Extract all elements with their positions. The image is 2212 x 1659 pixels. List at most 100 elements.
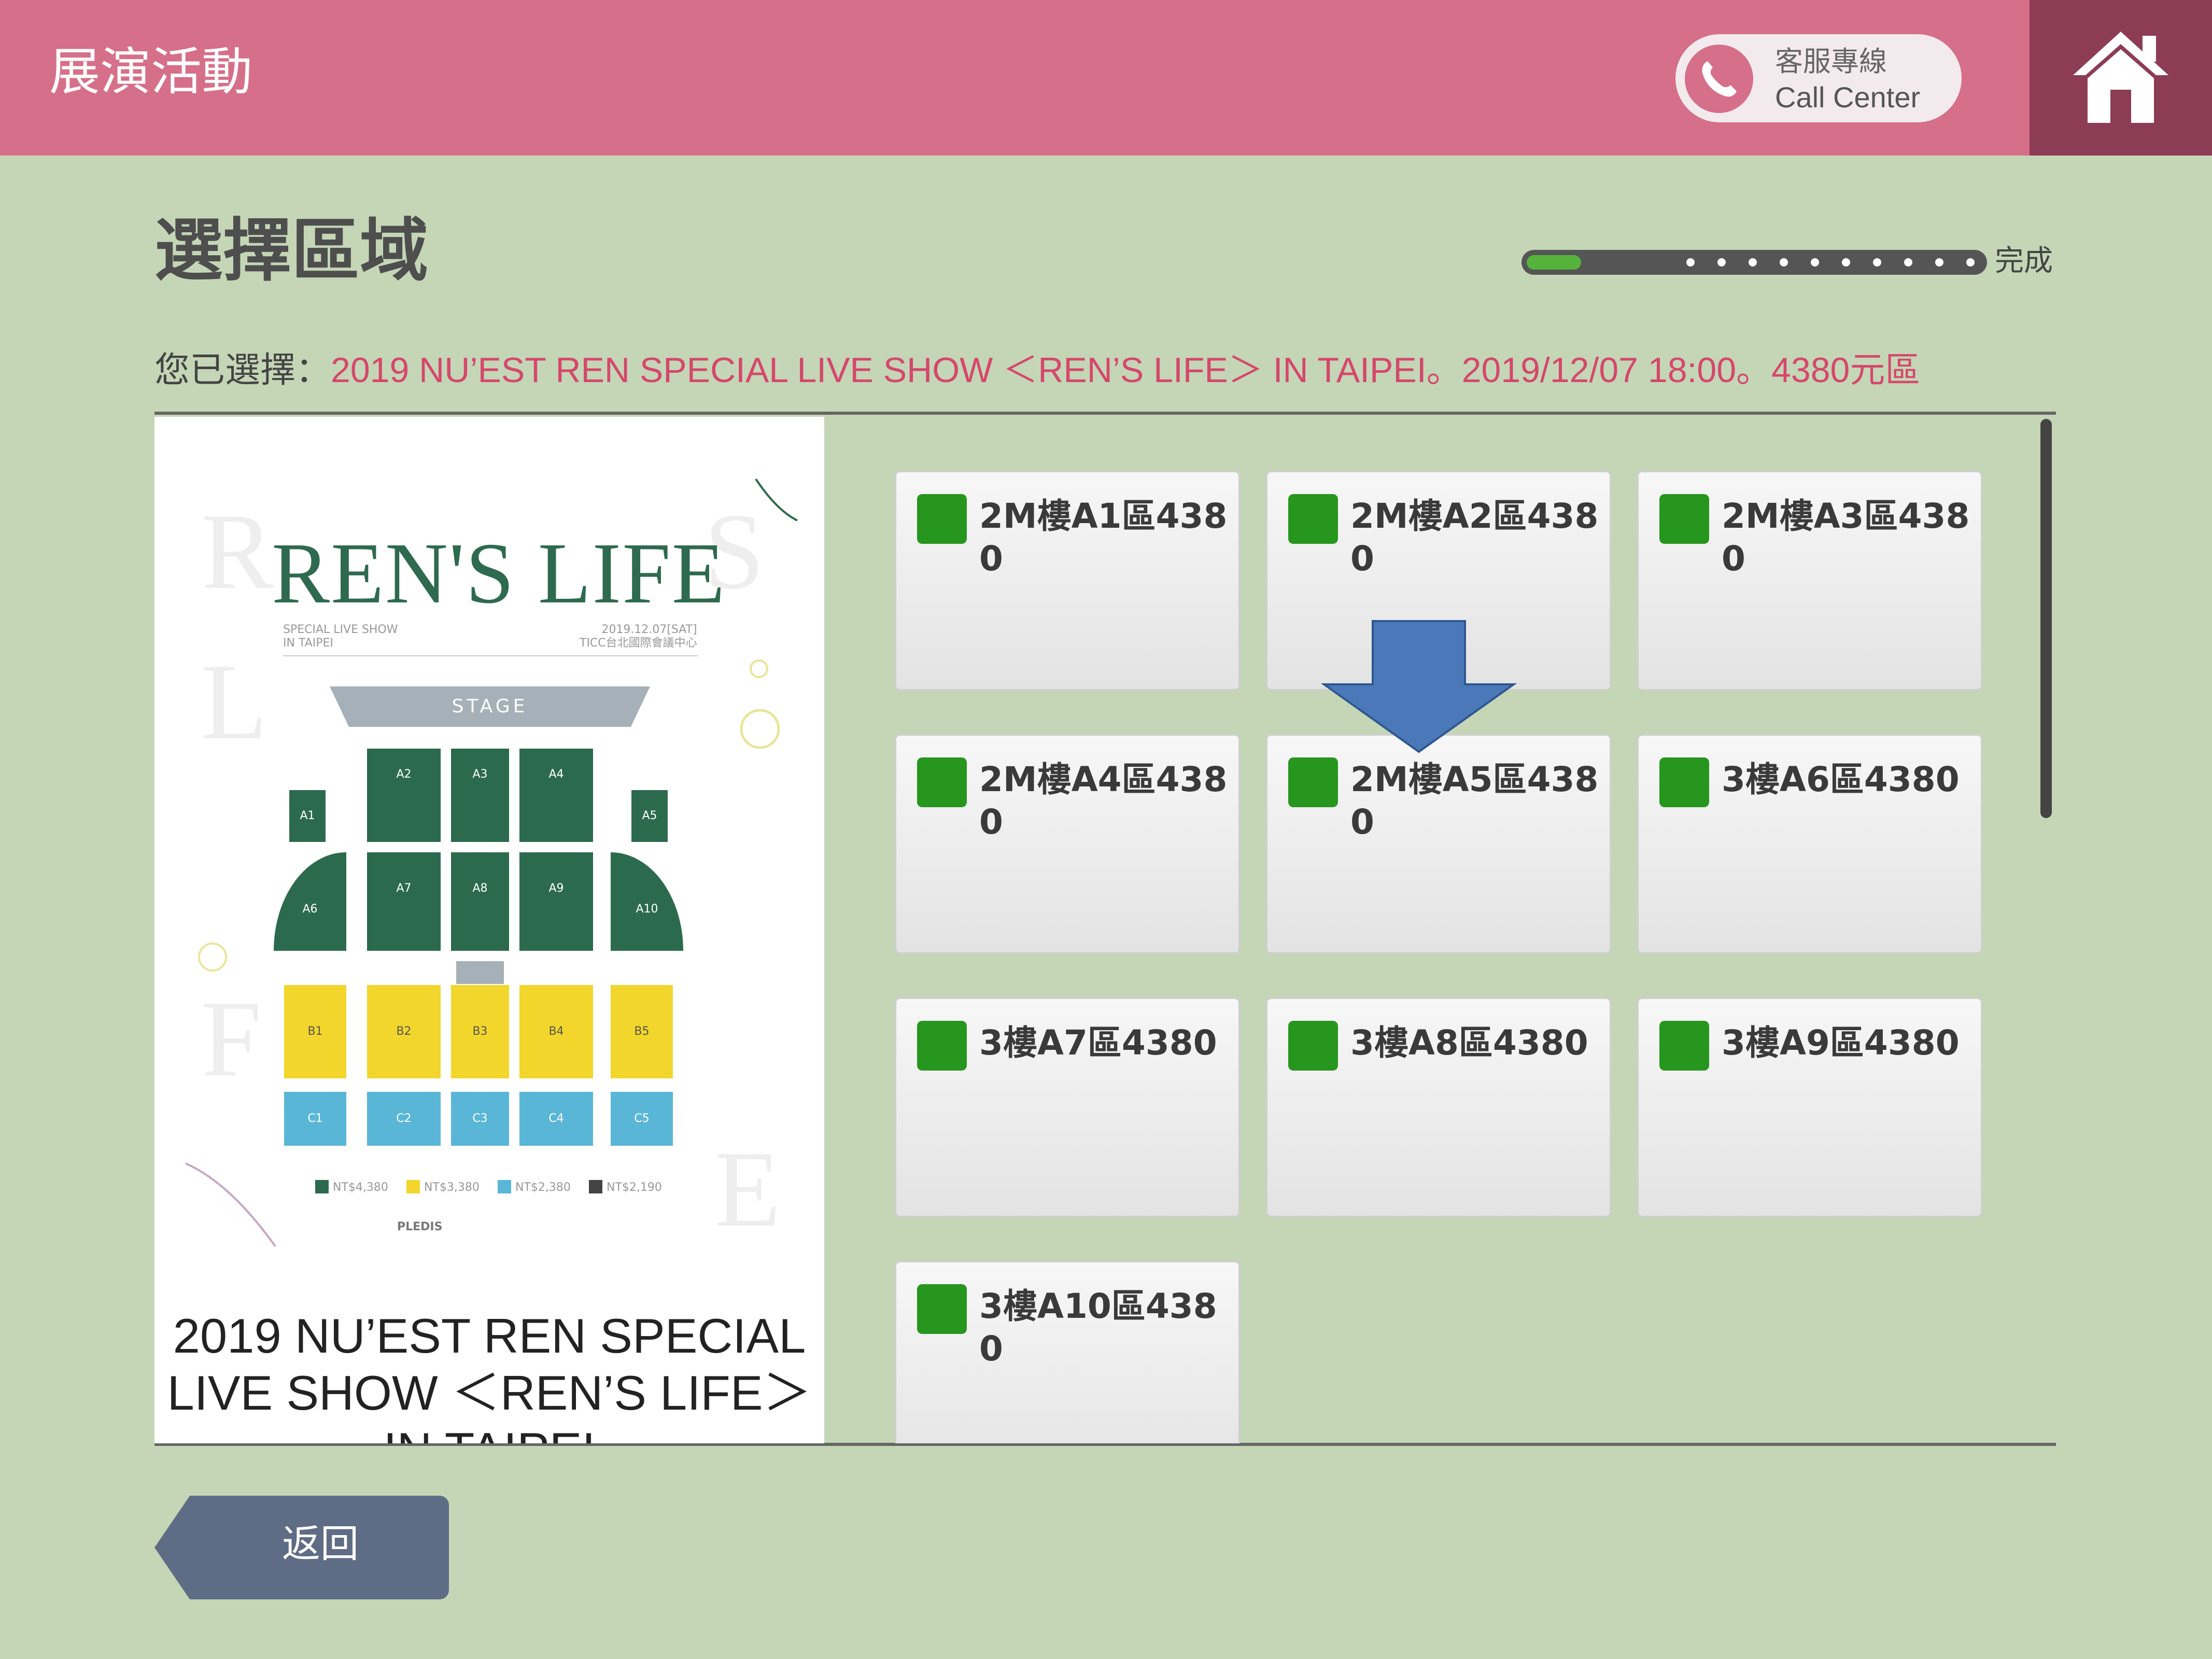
seat-map-yellow: B1 B2 B3 B4 B5 — [274, 985, 704, 1078]
section-label: 3樓A8區4380 — [1350, 1023, 1588, 1063]
seat-block: C3 — [451, 1092, 509, 1146]
progress-dot — [1873, 258, 1881, 266]
selection-label: 您已選擇： — [154, 350, 331, 390]
legend-swatch — [406, 1180, 420, 1193]
availability-indicator — [917, 494, 967, 544]
section-label: 3樓A7區4380 — [979, 1023, 1217, 1063]
legend-label: NT$4,380 — [333, 1181, 388, 1194]
progress-fill — [1527, 255, 1581, 270]
section-label: 2M樓A1區4380 — [979, 496, 1228, 579]
down-arrow-icon — [1321, 620, 1517, 753]
section-grid: 2M樓A1區4380 2M樓A2區4380 2M樓A3區4380 2M樓A4區4… — [824, 417, 2056, 1443]
legend-swatch — [315, 1180, 329, 1193]
progress-dot — [1686, 258, 1695, 266]
phone-icon — [1685, 45, 1753, 113]
availability-indicator — [1288, 494, 1338, 544]
home-icon — [2073, 32, 2168, 123]
seat-block: A4 — [519, 749, 593, 842]
back-button[interactable]: 返回 — [154, 1496, 449, 1599]
seat-block: A8 — [451, 852, 509, 951]
call-center-label-en: Call Center — [1775, 81, 1921, 114]
call-center-button[interactable]: 客服專線 Call Center — [1675, 34, 1962, 122]
legend-swatch — [589, 1180, 602, 1193]
legend-label: NT$2,190 — [607, 1181, 662, 1194]
seat-block: B3 — [451, 985, 509, 1078]
stage-block: STAGE — [330, 686, 650, 727]
svg-text:L: L — [201, 642, 267, 762]
progress-dot — [1842, 258, 1850, 266]
selection-summary: 您已選擇：2019 NU’EST REN SPECIAL LIVE SHOW ＜… — [154, 353, 1920, 388]
seat-block: B2 — [367, 985, 441, 1078]
legend-swatch — [498, 1180, 511, 1193]
availability-indicator — [917, 757, 967, 807]
section-button[interactable]: 3樓A8區4380 — [1266, 997, 1611, 1217]
legend-label: NT$2,380 — [515, 1181, 571, 1194]
progress-dot — [1904, 258, 1912, 266]
section-button[interactable]: 2M樓A4區4380 — [895, 734, 1240, 954]
section-button[interactable]: 3樓A6區4380 — [1637, 734, 1982, 954]
svg-text:F: F — [201, 979, 262, 1099]
poster-sub-left: SPECIAL LIVE SHOW IN TAIPEI — [283, 623, 398, 650]
sponsor-logos: PLEDIS — [397, 1220, 443, 1233]
progress-dot — [1749, 258, 1757, 266]
selection-value: 2019 NU’EST REN SPECIAL LIVE SHOW ＜REN’S… — [331, 350, 1921, 390]
divider-top — [154, 412, 2056, 415]
progress-dot — [1780, 258, 1788, 266]
page-title: 選擇區域 — [154, 211, 428, 291]
progress-bar — [1521, 250, 1987, 275]
svg-text:R: R — [201, 491, 274, 612]
seat-block: A6 — [274, 852, 346, 951]
seat-block: C2 — [367, 1092, 441, 1146]
section-label: 2M樓A5區4380 — [1350, 760, 1599, 842]
section-label: 3樓A6區4380 — [1722, 760, 1960, 799]
poster-rule — [283, 655, 698, 656]
section-label: 3樓A9區4380 — [1722, 1023, 1960, 1063]
seat-block: B1 — [284, 985, 346, 1078]
availability-indicator — [1659, 757, 1709, 807]
top-bar: 展演活動 客服專線 Call Center — [0, 0, 2212, 156]
app-title: 展演活動 — [49, 43, 253, 102]
seat-block: A10 — [611, 852, 683, 951]
progress-dot — [1966, 258, 1975, 266]
section-button[interactable]: 3樓A9區4380 — [1637, 997, 1982, 1217]
seat-block: A3 — [451, 749, 509, 842]
price-legend: NT$4,380 NT$3,380 NT$2,380 NT$2,190 — [315, 1180, 678, 1196]
seat-block: A7 — [367, 852, 441, 951]
seat-block: B4 — [519, 985, 593, 1078]
availability-indicator — [917, 1284, 967, 1334]
seat-block: B5 — [611, 985, 673, 1078]
seat-map-blue: C1 C2 C3 C4 C5 — [274, 1092, 704, 1146]
section-label: 2M樓A4區4380 — [979, 760, 1228, 842]
control-booth — [456, 961, 504, 984]
call-center-label-zh: 客服專線 — [1775, 45, 1887, 78]
availability-indicator — [1659, 1021, 1709, 1071]
svg-text:E: E — [714, 1129, 781, 1246]
section-label: 2M樓A3區4380 — [1722, 496, 1970, 579]
section-label: 3樓A10區4380 — [979, 1286, 1217, 1369]
section-label: 2M樓A2區4380 — [1350, 496, 1599, 579]
event-name-caption: 2019 NU’EST REN SPECIAL LIVE SHOW ＜REN’S… — [167, 1309, 812, 1443]
scrollbar[interactable] — [2040, 419, 2052, 818]
seat-block: A1 — [289, 790, 326, 842]
seat-block: A9 — [519, 852, 593, 951]
legend-label: NT$3,380 — [424, 1181, 480, 1194]
seat-block: C5 — [611, 1092, 673, 1146]
progress-dot — [1935, 258, 1943, 266]
section-button[interactable]: 3樓A7區4380 — [895, 997, 1240, 1217]
availability-indicator — [1288, 1021, 1338, 1071]
section-button[interactable]: 2M樓A5區4380 — [1266, 734, 1611, 954]
progress-done-label: 完成 — [1995, 244, 2053, 278]
seat-block: C4 — [519, 1092, 593, 1146]
poster-sub-right: 2019.12.07[SAT] TICC台北國際會議中心 — [580, 623, 697, 650]
event-poster: R S L F E REN'S LIFE SPECIAL LIVE SHOW I… — [154, 417, 824, 1443]
progress-dot — [1717, 258, 1726, 266]
section-button[interactable]: 2M樓A3區4380 — [1637, 471, 1982, 691]
progress-dot — [1811, 258, 1819, 266]
poster-headline: REN'S LIFE — [272, 525, 726, 622]
back-label: 返回 — [282, 1522, 359, 1566]
section-button[interactable]: 2M樓A1區4380 — [895, 471, 1240, 691]
home-button[interactable] — [2030, 0, 2212, 156]
availability-indicator — [917, 1021, 967, 1071]
section-button[interactable]: 3樓A10區4380 — [895, 1261, 1240, 1443]
availability-indicator — [1288, 757, 1338, 807]
